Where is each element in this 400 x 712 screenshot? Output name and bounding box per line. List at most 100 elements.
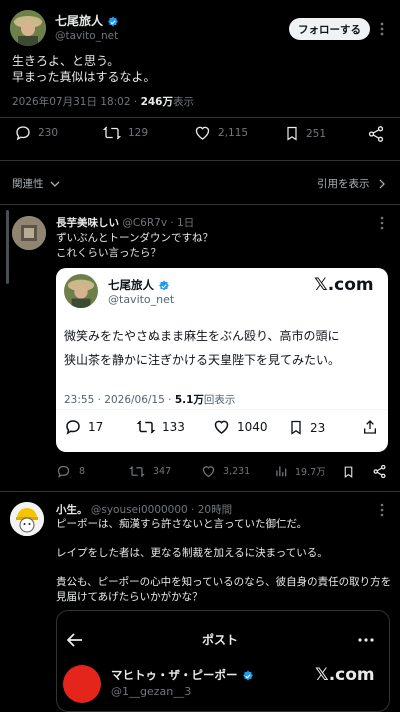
views-button[interactable]: 19.7万 bbox=[274, 464, 326, 478]
repost-icon bbox=[136, 420, 156, 434]
view-quotes-label: 引用を表示 bbox=[317, 178, 370, 190]
bookmark-icon bbox=[291, 420, 301, 435]
heart-icon bbox=[195, 126, 210, 140]
more-options-icon[interactable] bbox=[378, 215, 386, 235]
reply-author-name[interactable]: 長芋美味しい bbox=[56, 217, 119, 229]
reply-handle-time[interactable]: @syousei0000000 · 20時間 bbox=[91, 504, 232, 516]
reply-button[interactable]: 8 bbox=[56, 464, 85, 479]
embedded-timestamp: 23:55 · 2026/06/15 · 5.1万回表示 bbox=[64, 392, 235, 407]
embedded-text-line: 微笑みをたやさぬまま麻生をぶん殴り、高市の頭に bbox=[64, 329, 340, 343]
embedded-timestamp-text: 23:55 · 2026/06/15 · bbox=[64, 394, 175, 406]
avatar[interactable] bbox=[12, 216, 46, 250]
view-quotes-link[interactable]: 引用を表示 bbox=[317, 176, 386, 191]
like-count: 3,231 bbox=[223, 466, 251, 477]
follow-button[interactable]: フォローする bbox=[289, 18, 370, 40]
post-text-line: 早まった真似はするなよ。 bbox=[12, 70, 156, 84]
post-text: 生きろよ、と思う。 早まった真似はするなよ。 bbox=[12, 53, 156, 85]
x-logo: 𝕏.com bbox=[315, 665, 375, 685]
views-chart-icon bbox=[276, 466, 287, 477]
views-count: 246万 bbox=[140, 96, 173, 108]
avatar bbox=[63, 665, 101, 703]
more-options-icon[interactable] bbox=[378, 20, 386, 38]
reply-text: ずいぶんとトーンダウンですね？ これくらい言ったら？ bbox=[56, 231, 213, 261]
share-icon bbox=[373, 464, 386, 479]
repost-button[interactable]: 129 bbox=[102, 124, 148, 142]
post-timestamp: 2026年07月31日 18:02 · 246万表示 bbox=[12, 94, 194, 109]
reply-icon bbox=[16, 126, 30, 141]
chevron-down-icon bbox=[50, 181, 59, 187]
reply-text-line: レイプをした者は、更なる制裁を加えるに決まっている。 bbox=[56, 547, 328, 559]
embedded-post-image[interactable]: 七尾旅人 @tavito_net 𝕏.com 微笑みをたやさぬまま麻生をぶん殴り… bbox=[56, 268, 388, 452]
scrollbar[interactable] bbox=[6, 210, 9, 284]
sort-label: 関連性 bbox=[12, 178, 44, 190]
upload-icon bbox=[364, 420, 376, 434]
like-count: 2,115 bbox=[218, 127, 249, 139]
embedded-share bbox=[362, 418, 378, 440]
bookmark-button[interactable] bbox=[342, 464, 355, 484]
sort-dropdown[interactable]: 関連性 bbox=[12, 176, 60, 191]
embedded-bookmark-count: 23 bbox=[310, 420, 326, 435]
chevron-right-icon bbox=[379, 179, 385, 188]
repost-icon bbox=[129, 466, 145, 477]
views-label: 表示 bbox=[172, 96, 194, 108]
repost-count: 129 bbox=[128, 127, 149, 139]
reply-text-line: 見届けてあげたらいかがかな？ bbox=[56, 591, 203, 603]
verified-badge-icon bbox=[159, 280, 170, 290]
bookmark-button[interactable]: 251 bbox=[284, 124, 326, 143]
bookmark-count: 251 bbox=[306, 127, 327, 140]
embedded-author: マヒトゥ・ザ・ピーポー bbox=[111, 667, 254, 683]
avatar[interactable] bbox=[10, 502, 44, 536]
author-name-text[interactable]: 七尾旅人 bbox=[55, 14, 103, 28]
embedded-repost-count: 133 bbox=[162, 420, 185, 434]
views-count: 19.7万 bbox=[295, 467, 326, 478]
repost-button[interactable]: 347 bbox=[129, 464, 171, 479]
share-icon bbox=[368, 126, 384, 142]
share-button[interactable] bbox=[372, 464, 387, 483]
verified-badge-icon bbox=[242, 670, 253, 680]
back-arrow-icon bbox=[67, 633, 82, 647]
reply-text: ピーポーは、痴漢すら許さないと言っていた御仁だ。 レイプをした者は、更なる制裁を… bbox=[56, 517, 392, 605]
embedded-text: 微笑みをたやさぬまま麻生をぶん殴り、高市の頭に 狭山茶を静かに注ぎかける天皇陛下… bbox=[64, 324, 384, 372]
embedded-post-image[interactable]: ポスト マヒトゥ・ザ・ピーポー @1__gezan__3 𝕏.com bbox=[56, 610, 390, 712]
timestamp-text: 2026年07月31日 18:02 · bbox=[12, 96, 141, 108]
embedded-author: 七尾旅人 bbox=[108, 277, 170, 293]
reply-text-line: 貴公も、ピーポーの心中を知っているのなら、彼自身の責任の取り方を bbox=[56, 576, 392, 588]
embedded-bookmark: 23 bbox=[288, 418, 325, 437]
repost-count: 347 bbox=[153, 466, 172, 477]
reply-author-name[interactable]: 小生。 bbox=[56, 504, 88, 516]
reply-handle-time[interactable]: @C6R7v · 1日 bbox=[122, 217, 194, 229]
author-name[interactable]: 七尾旅人 bbox=[55, 12, 119, 29]
embedded-like: 1040 bbox=[212, 418, 268, 436]
bookmark-icon bbox=[344, 466, 353, 478]
like-button[interactable]: 3,231 bbox=[201, 464, 250, 479]
share-button[interactable] bbox=[367, 125, 385, 147]
reply-icon bbox=[57, 465, 70, 478]
author-handle[interactable]: @tavito_net bbox=[55, 30, 118, 42]
reply-text-line: ずいぶんとトーンダウンですね？ bbox=[56, 232, 213, 244]
bookmark-icon bbox=[287, 126, 297, 141]
more-options-icon bbox=[358, 638, 374, 642]
embedded-repost: 133 bbox=[136, 418, 185, 436]
avatar bbox=[64, 274, 98, 308]
embedded-handle: @tavito_net bbox=[108, 293, 175, 306]
reply-button[interactable]: 230 bbox=[14, 124, 58, 142]
post-text-line: 生きろよ、と思う。 bbox=[12, 54, 120, 68]
reply-count: 8 bbox=[79, 466, 86, 477]
embedded-views-count: 5.1万 bbox=[174, 394, 204, 406]
reply-text-line: ピーポーは、痴漢すら許さないと言っていた御仁だ。 bbox=[56, 518, 308, 530]
reply-count: 230 bbox=[38, 127, 59, 139]
reply-text-line: これくらい言ったら？ bbox=[56, 247, 161, 259]
embedded-handle: @1__gezan__3 bbox=[111, 685, 192, 698]
heart-icon bbox=[214, 420, 229, 434]
embedded-author-name: マヒトゥ・ザ・ピーポー bbox=[111, 668, 238, 682]
embedded-like-count: 1040 bbox=[237, 420, 268, 434]
like-button[interactable]: 2,115 bbox=[193, 124, 248, 142]
embedded-reply-count: 17 bbox=[88, 420, 104, 434]
x-logo: 𝕏.com bbox=[314, 275, 374, 295]
heart-icon bbox=[202, 466, 215, 478]
embedded-reply: 17 bbox=[64, 418, 103, 436]
reply-icon bbox=[66, 420, 80, 435]
avatar[interactable] bbox=[10, 10, 46, 46]
embedded-author-name: 七尾旅人 bbox=[108, 278, 154, 292]
reply-header: 長芋美味しい @C6R7v · 1日 bbox=[56, 215, 194, 230]
